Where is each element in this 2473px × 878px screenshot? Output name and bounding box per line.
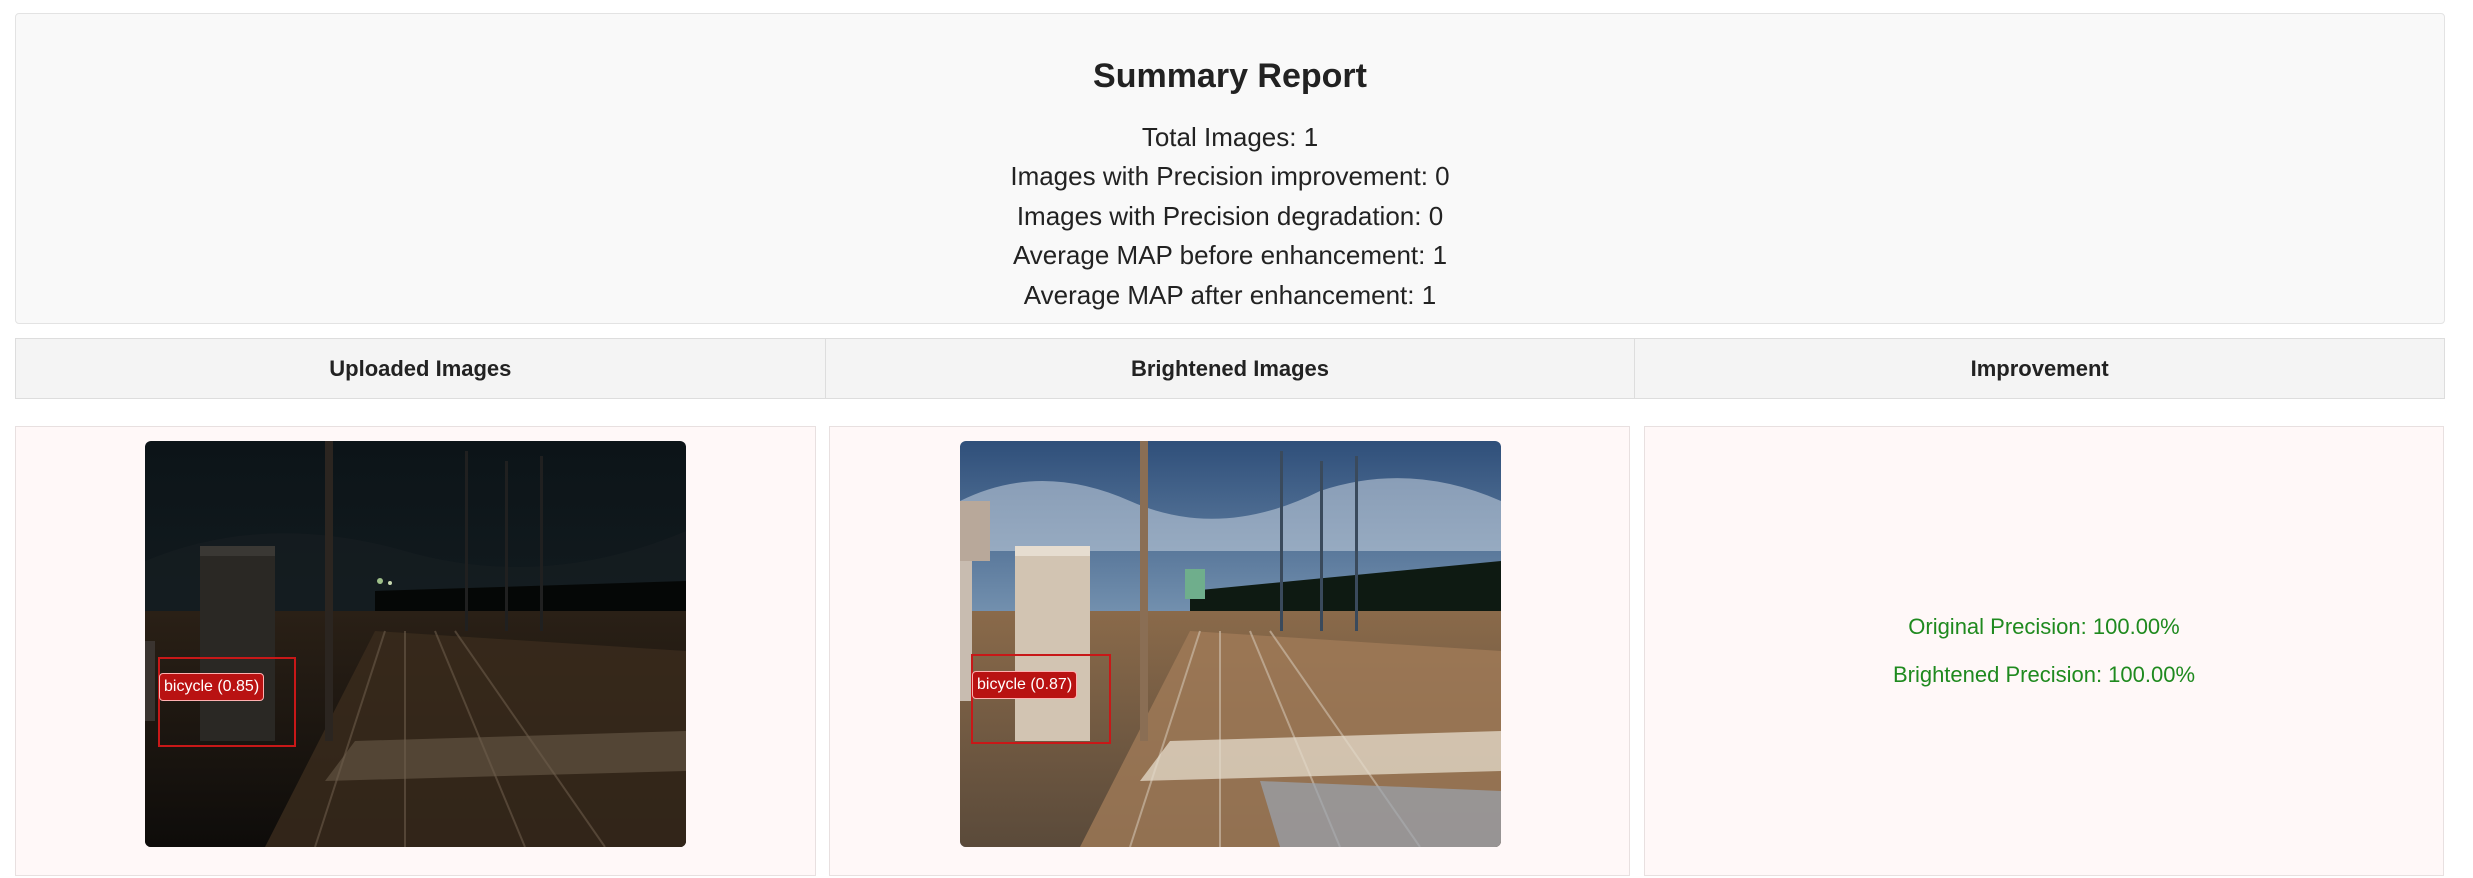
total-images-stat: Total Images: 1 xyxy=(1141,122,1319,152)
summary-report-panel: Summary Report Total Images: 1 Images wi… xyxy=(15,13,2445,324)
brightened-image-cell: bicycle (0.87) xyxy=(829,426,1630,876)
results-header-row: Uploaded Images Brightened Images Improv… xyxy=(15,338,2445,399)
uploaded-detection-label: bicycle (0.85) xyxy=(159,673,265,701)
header-improvement: Improvement xyxy=(1970,355,2109,381)
uploaded-image-scene xyxy=(145,441,686,847)
uploaded-image[interactable]: bicycle (0.85) xyxy=(145,441,686,847)
brightened-image-scene xyxy=(960,441,1501,847)
brightened-precision: Brightened Precision: 100.00% xyxy=(1892,662,2196,687)
header-brightened-images: Brightened Images xyxy=(826,339,1636,398)
avg-map-after-stat: Average MAP after enhancement: 1 xyxy=(1023,279,1437,310)
original-precision: Original Precision: 100.00% xyxy=(1908,614,2180,639)
precision-improvement-stat: Images with Precision improvement: 0 xyxy=(1010,161,1450,192)
uploaded-detection-box xyxy=(158,657,296,747)
header-uploaded-images: Uploaded Images xyxy=(16,339,826,398)
summary-title: Summary Report xyxy=(1093,57,1367,95)
summary-stats: Total Images: 1 Images with Precision im… xyxy=(16,118,2444,315)
avg-map-before-stat: Average MAP before enhancement: 1 xyxy=(1012,240,1448,271)
brightened-image[interactable]: bicycle (0.87) xyxy=(960,441,1501,847)
improvement-cell: Original Precision: 100.00% Brightened P… xyxy=(1644,426,2444,876)
uploaded-image-cell: bicycle (0.85) xyxy=(15,426,816,876)
brightened-detection-label: bicycle (0.87) xyxy=(972,671,1078,699)
precision-metrics: Original Precision: 100.00% Brightened P… xyxy=(1645,603,2443,699)
precision-degradation-stat: Images with Precision degradation: 0 xyxy=(1016,200,1444,231)
brightened-detection-box xyxy=(971,654,1111,744)
